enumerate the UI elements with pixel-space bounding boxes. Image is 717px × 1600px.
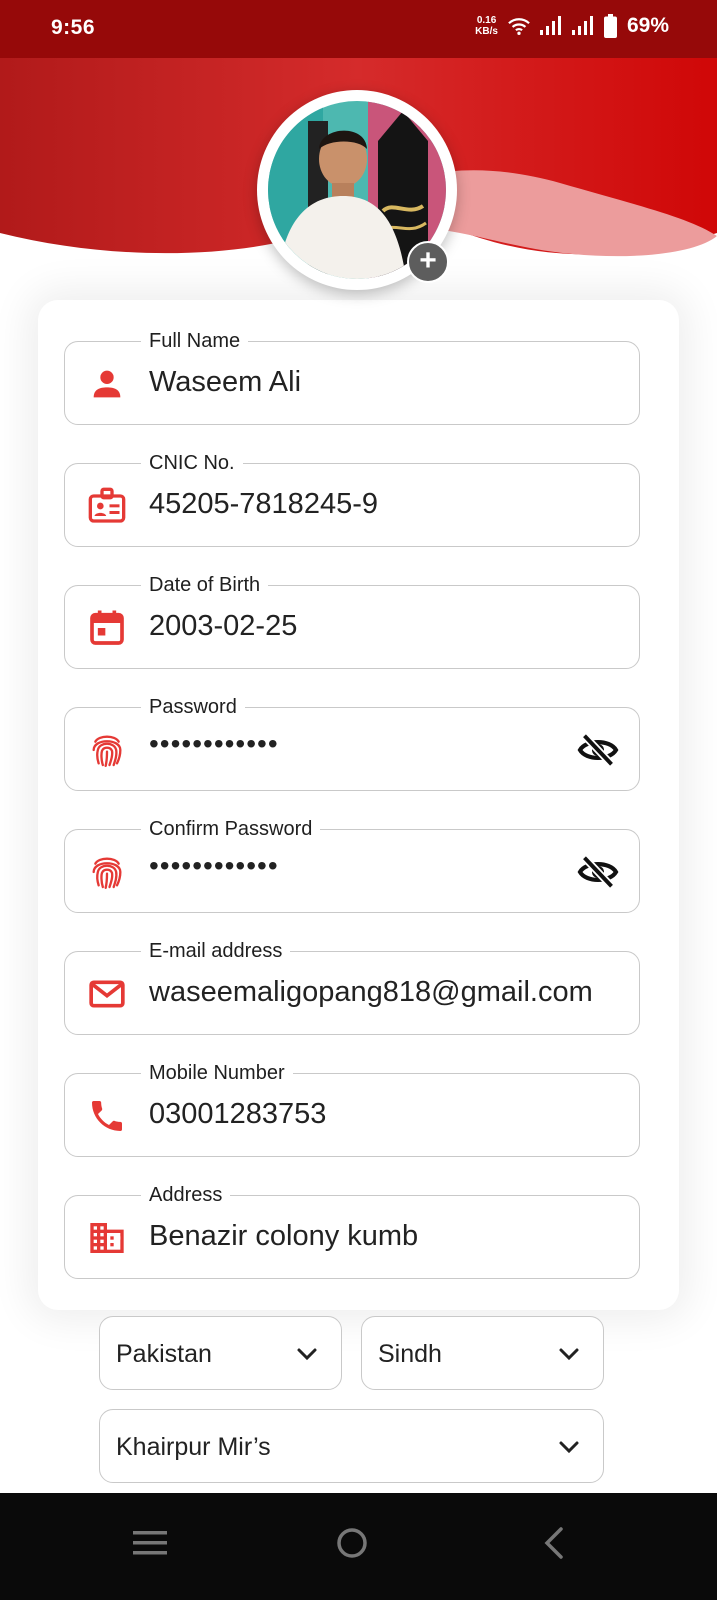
network-speed: 0.16 KB/s (475, 15, 498, 37)
cnic-field[interactable]: CNIC No. 45205-7818245-9 (64, 450, 640, 547)
country-value: Pakistan (116, 1340, 212, 1368)
building-icon (90, 1223, 124, 1253)
wifi-icon (508, 18, 530, 35)
status-bar: 9:56 0.16 KB/s 69% (0, 0, 717, 58)
mobile-label: Mobile Number (141, 1060, 293, 1086)
address-input[interactable]: Benazir colony kumb (149, 1218, 418, 1254)
cnic-input[interactable]: 45205-7818245-9 (149, 486, 378, 522)
country-dropdown[interactable]: Pakistan (99, 1316, 342, 1390)
full-name-field[interactable]: Full Name Waseem Ali (64, 328, 640, 425)
chevron-down-icon (297, 1348, 317, 1361)
password-input[interactable]: •••••••••••• (149, 726, 279, 762)
eye-off-icon[interactable] (577, 854, 619, 890)
dob-label: Date of Birth (141, 572, 269, 598)
home-icon[interactable] (327, 1518, 377, 1568)
confirm-password-field[interactable]: Confirm Password •••••••••••• (64, 816, 640, 913)
email-label: E-mail address (141, 938, 291, 964)
email-field[interactable]: E-mail address waseemaligopang818@gmail.… (64, 938, 640, 1035)
province-dropdown[interactable]: Sindh (361, 1316, 604, 1390)
phone-icon (92, 1101, 122, 1131)
person-icon (93, 370, 121, 398)
id-card-icon (88, 487, 126, 523)
signal-icon (539, 16, 561, 35)
fingerprint-icon (92, 857, 122, 889)
confirm-password-input[interactable]: •••••••••••• (149, 848, 279, 884)
profile-avatar[interactable]: + (257, 90, 457, 290)
province-value: Sindh (378, 1340, 442, 1368)
address-label: Address (141, 1182, 231, 1208)
full-name-label: Full Name (141, 328, 249, 354)
status-icons: 0.16 KB/s 69% (475, 14, 669, 38)
registration-form-card (38, 300, 679, 1310)
add-photo-button[interactable]: + (407, 241, 449, 283)
email-input[interactable]: waseemaligopang818@gmail.com (149, 974, 593, 1010)
mobile-field[interactable]: Mobile Number 03001283753 (64, 1060, 640, 1157)
calendar-icon (90, 610, 124, 645)
full-name-input[interactable]: Waseem Ali (149, 364, 301, 400)
battery-percent: 69% (626, 14, 669, 37)
eye-off-icon[interactable] (577, 732, 619, 768)
status-time: 9:56 (51, 16, 96, 39)
dob-input[interactable]: 2003-02-25 (149, 608, 297, 644)
password-label: Password (141, 694, 245, 720)
system-nav-bar (0, 1493, 717, 1600)
confirm-password-label: Confirm Password (141, 816, 321, 842)
chevron-down-icon (559, 1441, 579, 1454)
menu-icon[interactable] (126, 1518, 176, 1568)
battery-icon (603, 14, 617, 38)
fingerprint-icon (92, 735, 122, 767)
back-icon[interactable] (530, 1518, 580, 1568)
cnic-label: CNIC No. (141, 450, 243, 476)
signal-icon (571, 16, 593, 35)
email-icon (89, 980, 125, 1008)
address-field[interactable]: Address Benazir colony kumb (64, 1182, 640, 1279)
district-dropdown[interactable]: Khairpur Mir’s (99, 1409, 604, 1483)
dob-field[interactable]: Date of Birth 2003-02-25 (64, 572, 640, 669)
mobile-input[interactable]: 03001283753 (149, 1096, 326, 1132)
chevron-down-icon (559, 1348, 579, 1361)
district-value: Khairpur Mir’s (116, 1433, 271, 1461)
password-field[interactable]: Password •••••••••••• (64, 694, 640, 791)
